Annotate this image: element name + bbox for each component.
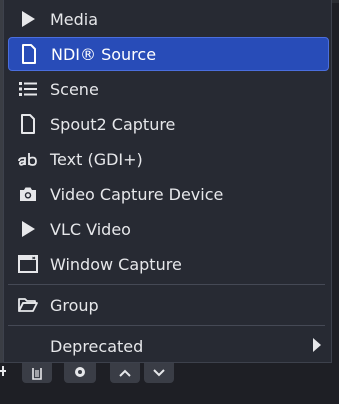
menu-item-scene[interactable]: Scene: [8, 72, 329, 106]
menu-item-label: Deprecated: [50, 336, 144, 356]
sources-toolbar: [0, 363, 339, 404]
file-icon: [16, 112, 40, 136]
menu-item-spout2-capture[interactable]: Spout2 Capture: [8, 107, 329, 141]
submenu-arrow-icon: [313, 338, 321, 352]
chevron-up-icon: [119, 369, 131, 377]
folder-icon: [16, 293, 40, 317]
file-icon: [17, 42, 41, 66]
menu-item-deprecated[interactable]: Deprecated: [8, 329, 329, 363]
menu-item-ndi-source[interactable]: NDI® Source: [8, 37, 329, 71]
menu-separator: [8, 284, 325, 285]
window-icon: [16, 252, 40, 276]
trash-icon: [32, 368, 42, 380]
menu-item-label: NDI® Source: [51, 44, 157, 64]
text-ab-icon: [16, 147, 40, 171]
menu-item-media[interactable]: Media: [8, 2, 329, 36]
plus-icon: [0, 366, 6, 376]
source-properties-button[interactable]: [64, 363, 96, 383]
menu-item-label: Spout2 Capture: [50, 114, 176, 134]
add-source-button[interactable]: [0, 363, 8, 383]
move-source-up-button[interactable]: [110, 363, 140, 383]
menu-item-window-capture[interactable]: Window Capture: [8, 247, 329, 281]
gear-icon: [75, 367, 85, 377]
remove-source-button[interactable]: [22, 363, 52, 383]
move-source-down-button[interactable]: [144, 363, 174, 383]
menu-item-video-capture-device[interactable]: Video Capture Device: [8, 177, 329, 211]
list-icon: [16, 77, 40, 101]
menu-item-label: VLC Video: [50, 219, 131, 239]
menu-item-group[interactable]: Group: [8, 288, 329, 322]
play-icon: [16, 7, 40, 31]
menu-item-label: Text (GDI+): [50, 149, 143, 169]
camera-icon: [16, 182, 40, 206]
menu-item-label: Scene: [50, 79, 99, 99]
menu-item-label: Video Capture Device: [50, 184, 224, 204]
menu-item-text-gdi[interactable]: Text (GDI+): [8, 142, 329, 176]
menu-item-label: Group: [50, 295, 99, 315]
menu-separator: [8, 325, 325, 326]
menu-item-label: Window Capture: [50, 254, 182, 274]
menu-item-label: Media: [50, 9, 99, 29]
blank-icon: [16, 334, 40, 358]
play-icon: [16, 217, 40, 241]
menu-item-vlc-video[interactable]: VLC Video: [8, 212, 329, 246]
chevron-down-icon: [153, 369, 165, 377]
add-source-context-menu: Media NDI® Source Scene Spout2 Capture T…: [3, 0, 332, 363]
